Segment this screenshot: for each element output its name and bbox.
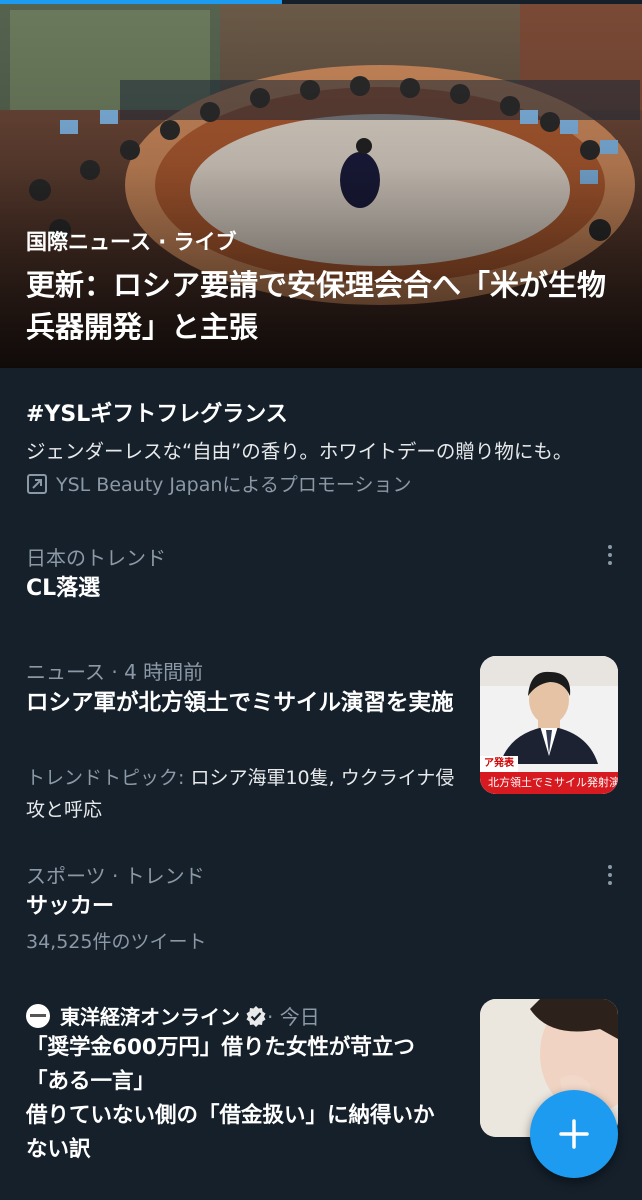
- source-avatar[interactable]: [26, 1003, 50, 1028]
- more-options-icon[interactable]: [600, 860, 620, 890]
- more-options-icon[interactable]: [600, 540, 620, 570]
- news-trend-item[interactable]: ニュース · 4 時間前 ロシア軍が北方領土でミサイル演習を実施 トレンドトピッ…: [0, 640, 642, 830]
- source-name[interactable]: 東洋経済オンライン: [60, 1001, 240, 1030]
- promoted-trend-title[interactable]: #YSLギフトフレグランス: [26, 398, 288, 432]
- trend-context: スポーツ · トレンド: [26, 864, 205, 888]
- trending-topic-label: トレンドトピック:: [26, 767, 191, 789]
- promoted-trend-item[interactable]: #YSLギフトフレグランス ジェンダーレスな“自由”の香り。ホワイトデーの贈り物…: [0, 368, 642, 518]
- plus-icon: [559, 1119, 589, 1149]
- news-context: ニュース · 4 時間前: [26, 660, 204, 684]
- article-headline-line: 「ある一言」: [26, 1069, 156, 1094]
- hero-headline[interactable]: 更新：ロシア要請で安保理会合へ「米が生物兵器開発」と主張: [26, 264, 626, 348]
- article-headline-line: 借りていない側の「借金扱い」に納得いか: [26, 1103, 435, 1128]
- article-source-row: 東洋経済オンライン · 今日: [26, 1001, 320, 1030]
- news-trending-topics: トレンドトピック: ロシア海軍10隻, ウクライナ侵攻と呼応: [26, 762, 456, 826]
- hero-news-card[interactable]: 国際ニュース · ライブ 更新：ロシア要請で安保理会合へ「米が生物兵器開発」と主…: [0, 0, 642, 368]
- trend-context: 日本のトレンド: [26, 546, 166, 570]
- promoted-by-label: YSL Beauty Japanによるプロモーション: [56, 474, 412, 496]
- article-headline[interactable]: 「奨学金600万円」借りた女性が苛立つ 「ある一言」 借りていない側の「借金扱い…: [26, 1031, 466, 1167]
- verified-badge-icon: [246, 1005, 266, 1027]
- trend-title[interactable]: CL落選: [26, 572, 100, 606]
- article-headline-line: ない訳: [26, 1137, 91, 1162]
- loading-progress-bar: [0, 0, 642, 4]
- trend-title[interactable]: サッカー: [26, 890, 114, 924]
- promoted-arrow-icon: [27, 473, 47, 494]
- promoted-by-row: YSL Beauty Japanによるプロモーション: [26, 470, 411, 497]
- thumbnail-caption: 北方領土でミサイル発射演: [480, 772, 618, 794]
- news-headline[interactable]: ロシア軍が北方領土でミサイル演習を実施: [26, 686, 456, 720]
- thumbnail-caption-top: ア発表: [480, 756, 518, 772]
- article-headline-line: 「奨学金600万円」借りた女性が苛立つ: [26, 1035, 415, 1060]
- trend-item-japan[interactable]: 日本のトレンド CL落選: [0, 520, 642, 630]
- article-time: · 今日: [267, 1005, 320, 1029]
- compose-tweet-button[interactable]: [530, 1090, 618, 1178]
- trend-item-sports[interactable]: スポーツ · トレンド サッカー 34,525件のツイート: [0, 840, 642, 970]
- hero-category: 国際ニュース · ライブ: [26, 230, 237, 254]
- tweet-count: 34,525件のツイート: [26, 931, 207, 953]
- news-thumbnail[interactable]: ア発表 北方領土でミサイル発射演: [480, 656, 618, 794]
- promoted-trend-description: ジェンダーレスな“自由”の香り。ホワイトデーの贈り物にも。: [26, 440, 573, 463]
- loading-progress-fill: [0, 0, 283, 4]
